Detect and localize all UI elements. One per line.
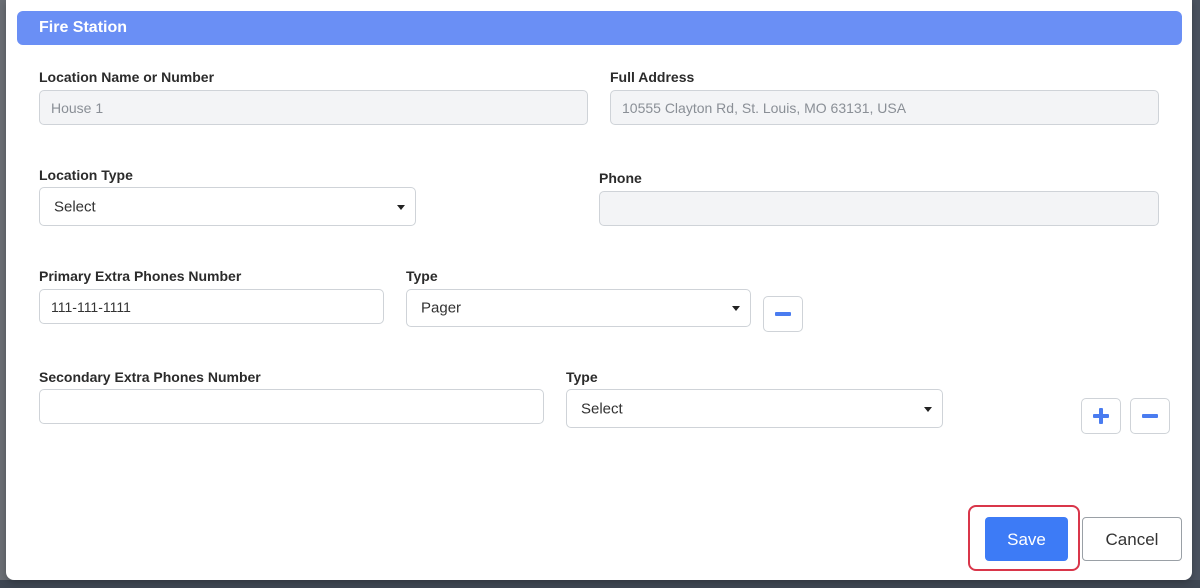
chevron-down-icon bbox=[397, 204, 405, 210]
secondary-extra-phone-label: Secondary Extra Phones Number bbox=[39, 369, 261, 385]
phone-input[interactable] bbox=[599, 191, 1159, 226]
minus-icon bbox=[1142, 414, 1158, 418]
cancel-button[interactable]: Cancel bbox=[1082, 517, 1182, 561]
full-address-input[interactable] bbox=[610, 90, 1159, 125]
save-button[interactable]: Save bbox=[985, 517, 1068, 561]
primary-type-value: Pager bbox=[421, 299, 462, 317]
fire-station-modal: Fire Station Location Name or Number Ful… bbox=[6, 0, 1192, 580]
chevron-down-icon bbox=[732, 306, 740, 311]
secondary-type-label: Type bbox=[566, 369, 598, 385]
location-type-select[interactable]: Select bbox=[39, 187, 416, 226]
secondary-type-value: Select bbox=[581, 400, 623, 417]
minus-icon bbox=[775, 312, 791, 316]
backdrop-bottom bbox=[0, 580, 1200, 588]
plus-icon bbox=[1093, 408, 1109, 424]
location-type-label: Location Type bbox=[39, 167, 133, 183]
modal-title: Fire Station bbox=[17, 11, 1182, 45]
phone-label: Phone bbox=[599, 170, 642, 186]
add-phone-button[interactable] bbox=[1081, 398, 1121, 434]
location-name-input[interactable] bbox=[39, 90, 588, 125]
remove-secondary-phone-button[interactable] bbox=[1130, 398, 1170, 434]
secondary-extra-phone-input[interactable] bbox=[39, 389, 544, 424]
primary-type-select[interactable]: Pager bbox=[406, 289, 751, 327]
primary-extra-phone-label: Primary Extra Phones Number bbox=[39, 268, 242, 284]
secondary-type-select[interactable]: Select bbox=[566, 389, 943, 428]
location-type-value: Select bbox=[54, 198, 96, 215]
location-name-label: Location Name or Number bbox=[39, 69, 215, 85]
primary-extra-phone-input[interactable] bbox=[39, 289, 384, 324]
full-address-label: Full Address bbox=[610, 69, 695, 85]
primary-type-label: Type bbox=[406, 268, 438, 284]
chevron-down-icon bbox=[924, 406, 932, 412]
remove-primary-phone-button[interactable] bbox=[763, 296, 803, 332]
